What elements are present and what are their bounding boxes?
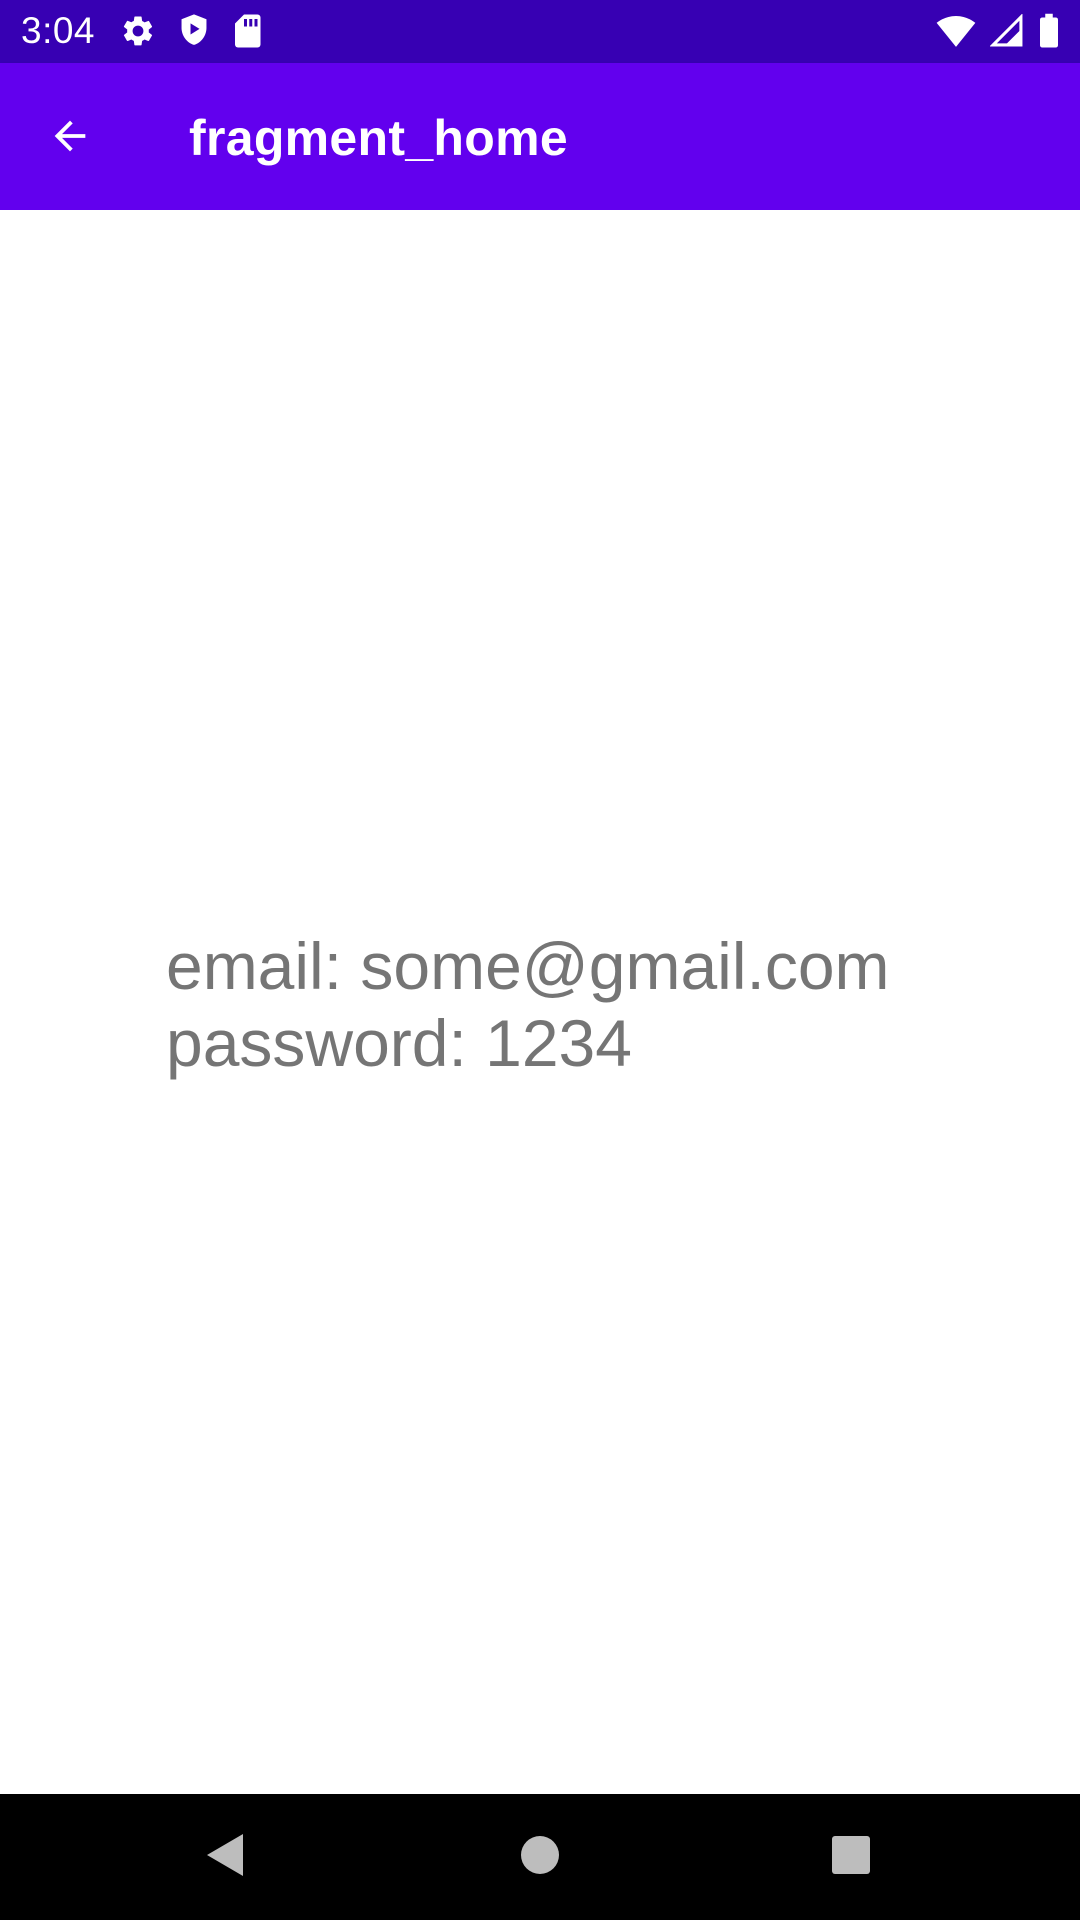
back-button[interactable] xyxy=(26,94,114,182)
app-bar: fragment_home xyxy=(0,63,1080,210)
arrow-back-icon xyxy=(47,113,93,164)
status-notification-icons xyxy=(120,13,262,49)
nav-back-button[interactable] xyxy=(180,1812,270,1902)
email-text: email: some@gmail.com xyxy=(166,929,890,1003)
back-triangle-icon xyxy=(203,1831,247,1884)
sd-card-icon xyxy=(232,13,262,49)
page-title: fragment_home xyxy=(189,110,568,166)
navigation-bar xyxy=(0,1794,1080,1920)
nav-recents-button[interactable] xyxy=(806,1812,896,1902)
password-text: password: 1234 xyxy=(166,1006,632,1080)
status-system-icons xyxy=(936,13,1060,49)
status-time: 3:04 xyxy=(21,10,96,51)
wifi-icon xyxy=(936,14,976,48)
status-bar: 3:04 xyxy=(0,0,1080,63)
home-circle-icon xyxy=(520,1835,560,1880)
battery-icon xyxy=(1038,13,1060,49)
nav-home-button[interactable] xyxy=(495,1812,585,1902)
home-content: email: some@gmail.com password: 1234 xyxy=(0,210,1080,1794)
recents-square-icon xyxy=(831,1835,871,1880)
credentials-text: email: some@gmail.com password: 1234 xyxy=(166,928,890,1082)
cell-signal-icon xyxy=(990,14,1024,48)
settings-icon xyxy=(120,13,156,49)
shield-play-icon xyxy=(177,13,211,49)
